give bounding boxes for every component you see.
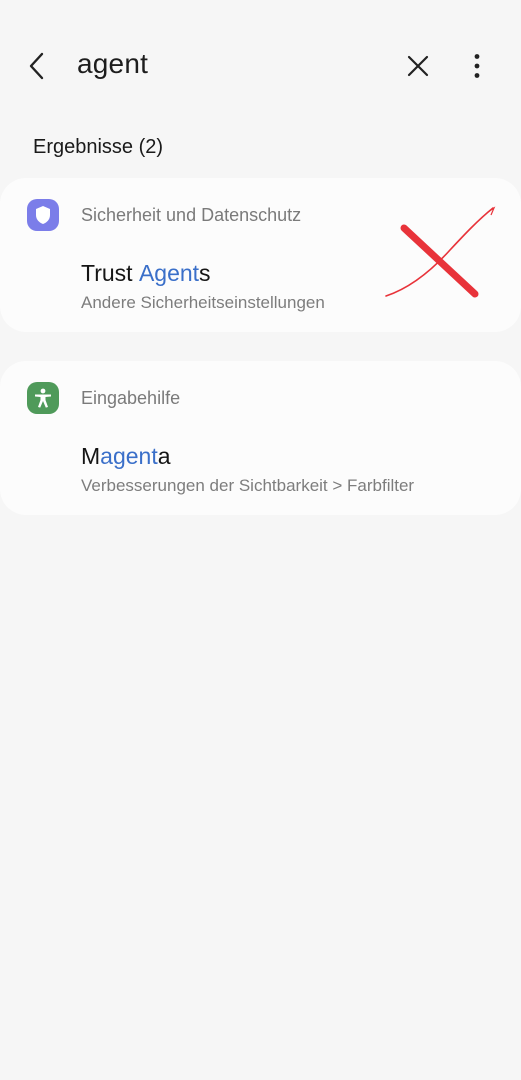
results-count-heading: Ergebnisse (2) xyxy=(33,136,164,158)
result-group-accessibility: Eingabehilfe Magenta Verbesserungen der … xyxy=(0,361,521,515)
category-label: Eingabehilfe xyxy=(81,388,181,408)
result-title: Trust Agents xyxy=(81,260,211,286)
result-subtitle: Verbesserungen der Sichtbarkeit > Farbfi… xyxy=(81,476,415,495)
result-title: Magenta xyxy=(81,443,171,469)
result-subtitle: Andere Sicherheitseinstellungen xyxy=(81,293,325,312)
accessibility-person-icon xyxy=(27,382,59,414)
more-vertical-icon xyxy=(474,54,480,78)
search-input[interactable]: agent xyxy=(77,48,148,80)
shield-icon xyxy=(27,199,59,231)
result-item-magenta[interactable]: Magenta Verbesserungen der Sichtbarkeit … xyxy=(0,431,521,511)
more-options-button[interactable] xyxy=(455,44,499,88)
match-highlight: Agent xyxy=(138,260,200,286)
result-item-trust-agents[interactable]: Trust Agents Andere Sicherheitseinstellu… xyxy=(0,248,521,328)
chevron-left-icon xyxy=(29,52,44,80)
clear-search-button[interactable] xyxy=(396,44,440,88)
result-group-security: Sicherheit und Datenschutz Trust Agents … xyxy=(0,178,521,332)
back-button[interactable] xyxy=(15,44,59,88)
close-icon xyxy=(407,55,429,77)
search-toolbar: agent xyxy=(0,0,521,132)
category-label: Sicherheit und Datenschutz xyxy=(81,205,302,225)
match-highlight: agent xyxy=(100,443,158,469)
